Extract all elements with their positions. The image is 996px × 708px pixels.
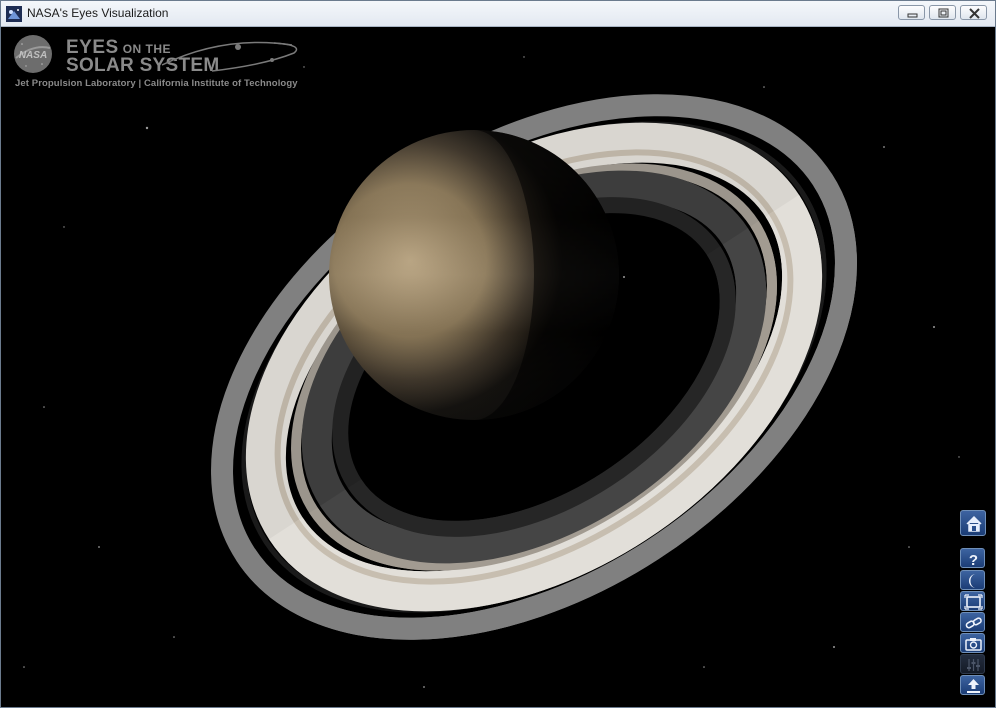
settings-button [960,654,985,674]
chain-link-icon [965,617,982,629]
orbit-swoosh-icon [161,41,298,72]
visualization-viewport[interactable]: NASA EYES ON THE SOLAR SYSTEM Jet Propuls… [4,27,992,705]
restore-button[interactable] [929,5,956,20]
upload-button[interactable] [960,675,985,695]
jpl-caltech-subtitle: Jet Propulsion Laboratory | California I… [15,78,298,89]
home-icon [966,515,982,532]
app-icon [6,6,22,22]
close-button[interactable] [960,5,987,20]
question-icon: ? [969,552,978,569]
fullscreen-button[interactable] [960,591,985,611]
link-button[interactable] [960,612,985,632]
minimize-button[interactable] [898,5,925,20]
minimize-icon [907,13,918,18]
screenshot-button[interactable] [960,633,985,653]
fullscreen-icon [964,594,983,610]
close-icon [969,8,980,19]
svg-text:?: ? [969,552,978,569]
window-title: NASA's Eyes Visualization [27,6,169,20]
restore-icon [938,8,949,18]
sliders-icon [967,659,980,671]
nasa-logo-text: NASA [19,50,47,61]
home-button[interactable] [960,510,986,536]
app-window: NASA's Eyes Visualization NASA EYES ON T… [0,0,996,708]
saturn-scene[interactable] [4,27,992,705]
crescent-moon-icon [969,574,976,588]
title-bar[interactable]: NASA's Eyes Visualization [1,1,995,27]
nasa-meatball-icon: NASA [14,35,52,73]
camera-icon [965,638,982,651]
upload-icon [967,679,980,693]
saturn-planet [329,130,619,420]
help-button[interactable]: ? [960,548,985,569]
moon-button[interactable] [960,570,985,590]
